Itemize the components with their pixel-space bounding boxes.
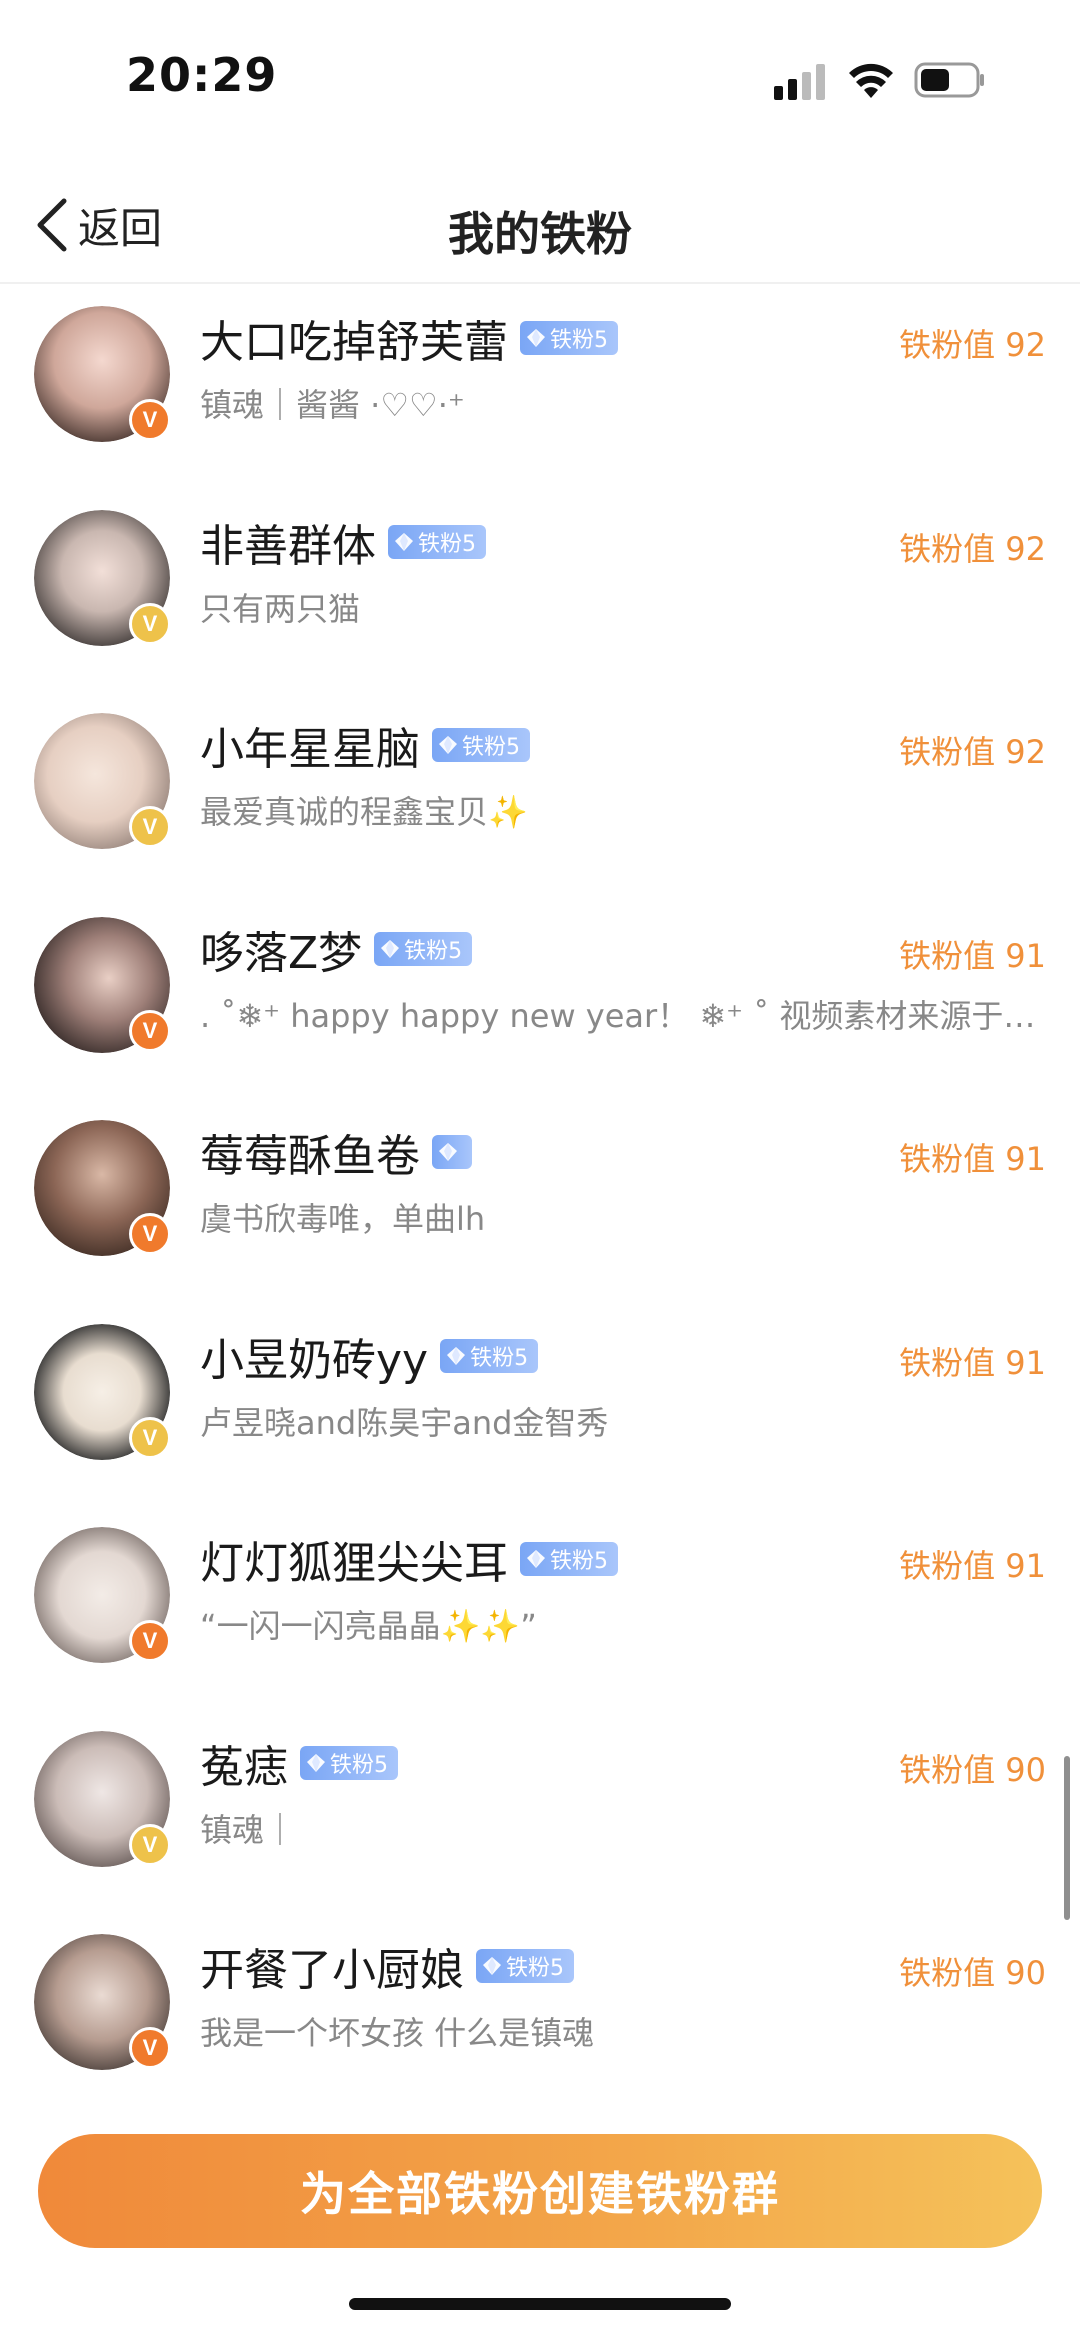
- nav-bar: 返回 我的铁粉: [0, 170, 1080, 284]
- name-row: 开餐了小厨娘 铁粉5: [200, 1938, 574, 1996]
- fan-signature: 卢昱晓and陈昊宇and金智秀: [200, 1403, 609, 1442]
- verified-v-icon: V: [129, 1416, 171, 1459]
- fan-level-badge: 铁粉5: [388, 524, 486, 559]
- fan-name: 小昱奶砖yy: [200, 1334, 429, 1386]
- fan-level-badge: 铁粉5: [432, 728, 530, 762]
- fan-signature: 镇魂｜: [200, 1810, 297, 1849]
- verified-v-icon: V: [129, 1823, 171, 1866]
- fan-level-badge: 铁粉5: [520, 321, 618, 355]
- battery-icon: [914, 62, 984, 98]
- fans-list: V 大口吃掉舒芙蕾 铁粉5 铁粉值 92 镇魂｜酱酱 ·♡♡·⁺ V 非善群体: [0, 284, 1080, 2116]
- fan-level-label: 铁粉5: [550, 328, 608, 353]
- fan-level-badge: 铁粉5: [476, 1949, 574, 1983]
- fan-list-item[interactable]: V 灯灯狐狸尖尖耳 铁粉5 铁粉值 91 “一闪一闪亮晶晶✨✨”: [0, 1505, 1080, 1709]
- fan-signature: 虞书欣毒唯，单曲lh: [200, 1200, 486, 1238]
- fan-level-label: 铁粉5: [418, 531, 476, 557]
- fan-value: 铁粉值 92: [899, 326, 1046, 364]
- name-row: 哆落Z梦 铁粉5: [200, 921, 473, 979]
- name-row: 大口吃掉舒芙蕾 铁粉5: [200, 310, 618, 368]
- create-fan-group-label: 为全部铁粉创建铁粉群: [300, 2167, 780, 2221]
- fan-signature: . ˚❄⁺ happy happy new year！ ❄⁺ ˚ 视频素材来源于…: [200, 996, 1050, 1035]
- diamond-icon: [439, 736, 457, 754]
- fan-level-badge: [432, 1135, 472, 1169]
- name-row: 菟痣 铁粉5: [200, 1735, 398, 1793]
- status-time: 20:29: [126, 48, 278, 102]
- name-row: 非善群体 铁粉5: [200, 514, 486, 572]
- fan-value: 铁粉值 91: [899, 1547, 1046, 1585]
- fan-name: 莓莓酥鱼卷: [200, 1131, 420, 1182]
- diamond-icon: [527, 329, 545, 347]
- fan-value: 铁粉值 90: [899, 1954, 1046, 1992]
- name-row: 小昱奶砖yy 铁粉5: [200, 1328, 539, 1386]
- verified-v-icon: V: [129, 1620, 171, 1662]
- fan-level-label: 铁粉5: [506, 1956, 564, 1981]
- name-row: 灯灯狐狸尖尖耳 铁粉5: [200, 1531, 618, 1589]
- verified-v-icon: V: [129, 1009, 171, 1052]
- verified-v-icon: V: [129, 806, 171, 848]
- fan-level-label: 铁粉5: [330, 1752, 388, 1778]
- diamond-icon: [395, 532, 413, 551]
- fan-value: 铁粉值 92: [899, 529, 1046, 568]
- fan-name: 哆落Z梦: [200, 927, 363, 979]
- fan-level-badge: 铁粉5: [374, 931, 473, 966]
- fan-signature: 最爱真诚的程鑫宝贝✨: [200, 793, 528, 831]
- fan-list-item[interactable]: V 开餐了小厨娘 铁粉5 铁粉值 90 我是一个坏女孩 什么是镇魂: [0, 1912, 1080, 2116]
- verified-v-icon: V: [129, 602, 171, 645]
- fan-name: 大口吃掉舒芙蕾: [200, 317, 508, 368]
- fan-name: 开餐了小厨娘: [200, 1945, 464, 1996]
- name-row: 莓莓酥鱼卷: [200, 1124, 472, 1182]
- fan-level-label: 铁粉5: [404, 938, 463, 964]
- fan-level-badge: 铁粉5: [300, 1745, 398, 1780]
- fan-value: 铁粉值 91: [899, 1140, 1046, 1178]
- fan-level-badge: 铁粉5: [520, 1542, 618, 1576]
- fan-list-item[interactable]: V 非善群体 铁粉5 铁粉值 92 只有两只猫: [0, 488, 1080, 692]
- fan-signature: 镇魂｜酱酱 ·♡♡·⁺: [200, 386, 465, 424]
- name-row: 小年星星脑 铁粉5: [200, 717, 530, 775]
- verified-v-icon: V: [129, 2027, 171, 2069]
- fan-value: 铁粉值 91: [899, 1343, 1046, 1382]
- fan-list-item[interactable]: V 小年星星脑 铁粉5 铁粉值 92 最爱真诚的程鑫宝贝✨: [0, 691, 1080, 895]
- fan-list-item[interactable]: V 莓莓酥鱼卷 铁粉值 91 虞书欣毒唯，单曲lh: [0, 1098, 1080, 1302]
- diamond-icon: [483, 1957, 501, 1975]
- fan-name: 非善群体: [200, 520, 376, 572]
- fan-name: 灯灯狐狸尖尖耳: [200, 1538, 508, 1589]
- diamond-icon: [307, 1753, 325, 1772]
- verified-v-icon: V: [129, 1213, 171, 1255]
- fan-level-label: 铁粉5: [462, 735, 520, 760]
- fan-list-item[interactable]: V 菟痣 铁粉5 铁粉值 90 镇魂｜: [0, 1709, 1080, 1913]
- wifi-icon: [849, 63, 893, 98]
- cellular-signal-icon: [774, 64, 825, 100]
- diamond-icon: [527, 1550, 545, 1568]
- fan-level-label: 铁粉5: [550, 1549, 608, 1574]
- fan-name: 小年星星脑: [200, 724, 420, 775]
- fan-list-item[interactable]: V 大口吃掉舒芙蕾 铁粉5 铁粉值 92 镇魂｜酱酱 ·♡♡·⁺: [0, 284, 1080, 488]
- fan-list-item[interactable]: V 哆落Z梦 铁粉5 铁粉值 91 . ˚❄⁺ happy happy new …: [0, 895, 1080, 1099]
- verified-v-icon: V: [129, 399, 171, 441]
- page-title: 我的铁粉: [448, 207, 632, 261]
- create-fan-group-button[interactable]: 为全部铁粉创建铁粉群: [38, 2134, 1042, 2248]
- diamond-icon: [439, 1143, 457, 1161]
- diamond-icon: [381, 939, 400, 958]
- fan-value: 铁粉值 90: [899, 1750, 1046, 1789]
- scrollbar[interactable]: [1064, 1756, 1070, 1920]
- fan-value: 铁粉值 92: [899, 733, 1046, 771]
- fan-name: 菟痣: [200, 1741, 288, 1793]
- diamond-icon: [447, 1346, 466, 1365]
- status-bar: 20:29: [0, 0, 1080, 150]
- fan-level-label: 铁粉5: [470, 1345, 529, 1371]
- fan-list-item[interactable]: V 小昱奶砖yy 铁粉5 铁粉值 91 卢昱晓and陈昊宇and金智秀: [0, 1302, 1080, 1506]
- fan-value: 铁粉值 91: [899, 936, 1046, 975]
- fan-signature: 我是一个坏女孩 什么是镇魂: [200, 2014, 595, 2052]
- home-indicator: [349, 2298, 731, 2310]
- fan-signature: “一闪一闪亮晶晶✨✨”: [200, 1607, 537, 1645]
- fan-level-badge: 铁粉5: [440, 1338, 539, 1373]
- fan-signature: 只有两只猫: [200, 589, 361, 628]
